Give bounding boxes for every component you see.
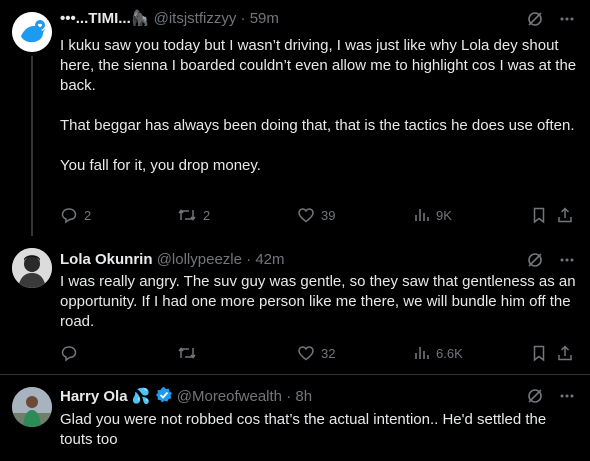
share-button[interactable] [556,342,574,364]
grok-icon[interactable] [526,10,544,28]
display-name[interactable]: •••...TIMI...🦍 [60,10,149,27]
like-count: 39 [321,207,336,223]
handle[interactable]: @itsjstfizzyy [154,10,237,27]
action-bar: 2 2 39 9K [60,204,580,226]
bookmark-icon [533,345,545,362]
timestamp[interactable]: 59m [250,10,279,27]
tweet-paragraph: Glad you were not robbed cos that’s the … [60,411,547,448]
repost-icon [178,347,196,359]
views-chart-icon [415,347,429,359]
handle[interactable]: @Moreofwealth [177,388,282,405]
avatar[interactable] [12,12,52,52]
heart-icon [298,208,314,223]
tweet-3[interactable]: Harry Ola 💦 @Moreofwealth · 8h Glad you … [0,375,590,461]
tweet-text: Glad you were not robbed cos that’s the … [60,410,578,450]
dot-separator: · [240,10,246,27]
reply-count: 2 [84,207,92,223]
repost-button[interactable]: 2 [177,204,210,226]
tweet-text: I kuku saw you today but I wasn’t drivin… [60,36,578,176]
tweet-2[interactable]: Lola Okunrin @lollypeezle · 42m I was re… [0,236,590,374]
grok-icon[interactable] [526,251,544,269]
tweet-paragraph: I was really angry. The suv guy was gent… [60,273,576,330]
timestamp[interactable]: 42m [255,251,284,268]
display-name-emoji: 💦 [131,388,151,405]
tweet-header: Harry Ola 💦 @Moreofwealth · 8h [60,386,312,406]
reply-button[interactable] [60,342,84,364]
tweet-top-icons [526,386,576,406]
share-icon [558,345,572,361]
views-button[interactable]: 6.6K [412,342,463,364]
like-count: 32 [321,345,336,361]
more-options-icon[interactable] [558,251,576,269]
repost-icon [178,209,196,221]
tweet-header: Lola Okunrin @lollypeezle · 42m [60,250,285,270]
views-button[interactable]: 9K [412,204,452,226]
tweet-top-icons [526,9,576,29]
more-options-icon[interactable] [558,387,576,405]
bookmark-button[interactable] [530,342,548,364]
views-chart-icon [415,209,429,221]
avatar[interactable] [12,248,52,288]
view-count: 9K [436,207,452,223]
bird-heart-avatar-icon [12,12,52,52]
view-count: 6.6K [436,345,463,361]
action-bar: 32 6.6K [60,342,580,364]
reply-icon [61,346,77,362]
reply-button[interactable]: 2 [60,204,91,226]
tweet-header: •••...TIMI...🦍 @itsjstfizzyy · 59m [60,9,279,29]
like-button[interactable]: 32 [297,342,335,364]
like-button[interactable]: 39 [297,204,335,226]
repost-count: 2 [203,207,211,223]
bookmark-button[interactable] [530,204,548,226]
tweet-paragraph: You fall for it, you drop money. [60,157,261,174]
tweet-paragraph: I kuku saw you today but I wasn’t drivin… [60,37,577,94]
share-button[interactable] [556,204,574,226]
grok-icon[interactable] [526,387,544,405]
share-icon [558,207,572,223]
tweet-text: I was really angry. The suv guy was gent… [60,272,578,332]
profile-photo-icon [12,248,52,288]
more-options-icon[interactable] [558,10,576,28]
tweet-top-icons [526,250,576,270]
thread-line [31,56,33,236]
dot-separator: · [286,388,292,405]
tweet-paragraph: That beggar has always been doing that, … [60,117,575,134]
profile-photo-icon [12,387,52,427]
reply-icon [61,208,77,224]
heart-icon [298,346,314,361]
tweet-1[interactable]: •••...TIMI...🦍 @itsjstfizzyy · 59m I kuk… [0,0,590,236]
handle[interactable]: @lollypeezle [157,251,242,268]
bookmark-icon [533,207,545,224]
display-name[interactable]: Lola Okunrin [60,251,153,268]
repost-button[interactable] [177,342,203,364]
display-name[interactable]: Harry Ola [60,388,128,405]
dot-separator: · [246,251,252,268]
timestamp[interactable]: 8h [295,388,312,405]
avatar[interactable] [12,387,52,427]
verified-badge-icon[interactable] [155,386,173,404]
